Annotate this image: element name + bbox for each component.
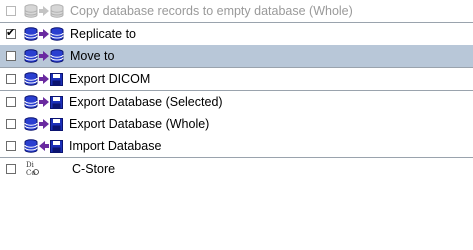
arrow-right-icon — [39, 74, 49, 84]
database-icon — [24, 27, 38, 41]
checkbox-move-to[interactable] — [6, 51, 16, 61]
list-item-label: Import Database — [69, 139, 162, 153]
list-item-label: Replicate to — [70, 27, 137, 41]
list-item-replicate-to[interactable]: Replicate to — [0, 23, 473, 45]
database-icon — [24, 4, 38, 18]
svg-text:Di: Di — [26, 161, 35, 169]
list-item-label: C-Store — [72, 162, 116, 176]
list-item-import-database[interactable]: Import Database — [0, 135, 473, 157]
list-item-label: Export DICOM — [69, 72, 151, 86]
list-item-move-to[interactable]: Move to — [0, 45, 473, 67]
checkbox-import-database[interactable] — [6, 141, 16, 151]
export-whole-icons — [24, 117, 63, 131]
group-database-io: Export Database (Selected) Export Databa… — [0, 91, 473, 158]
checkbox-c-store[interactable] — [6, 164, 16, 174]
floppy-disk-icon — [50, 95, 63, 109]
database-icon — [50, 49, 64, 63]
move-icons — [24, 49, 64, 63]
import-database-icons — [24, 139, 63, 153]
database-icon — [24, 139, 38, 153]
copy-database-icons — [24, 4, 64, 18]
database-icon — [24, 49, 38, 63]
arrow-right-icon — [39, 119, 49, 129]
checkbox-export-database-selected[interactable] — [6, 97, 16, 107]
arrow-right-icon — [39, 51, 49, 61]
arrow-right-icon — [39, 97, 49, 107]
dicom-icon: Di Co — [26, 160, 64, 179]
list-item-label: Export Database (Whole) — [69, 117, 210, 131]
checkbox-export-dicom[interactable] — [6, 74, 16, 84]
list-item-export-dicom[interactable]: Export DICOM — [0, 68, 473, 90]
floppy-disk-icon — [50, 72, 63, 86]
database-icon — [24, 117, 38, 131]
export-selected-icons — [24, 95, 63, 109]
replicate-icons — [24, 27, 64, 41]
list-item-export-database-whole[interactable]: Export Database (Whole) — [0, 113, 473, 135]
list-item-export-database-selected[interactable]: Export Database (Selected) — [0, 91, 473, 113]
database-icon — [24, 72, 38, 86]
arrow-left-icon — [39, 141, 49, 151]
list-item-c-store[interactable]: Di Co C-Store — [0, 158, 473, 180]
checkbox-replicate-to[interactable] — [6, 26, 16, 39]
group-export-dicom: Export DICOM — [0, 68, 473, 91]
arrow-right-icon — [39, 6, 49, 16]
group-copy: Copy database records to empty database … — [0, 0, 473, 23]
database-icon — [50, 27, 64, 41]
checkbox-export-database-whole[interactable] — [6, 119, 16, 129]
database-icon — [24, 95, 38, 109]
export-dicom-icons — [24, 72, 63, 86]
checkbox-copy-database[interactable] — [6, 6, 16, 16]
floppy-disk-icon — [50, 117, 63, 131]
list-item-label: Copy database records to empty database … — [70, 4, 353, 18]
group-replicate-move: Replicate to Move to — [0, 23, 473, 68]
database-icon — [50, 4, 64, 18]
operations-list-panel: Copy database records to empty database … — [0, 0, 473, 250]
list-item-copy-database[interactable]: Copy database records to empty database … — [0, 0, 473, 22]
floppy-disk-icon — [50, 139, 63, 153]
list-item-label: Export Database (Selected) — [69, 95, 223, 109]
list-item-label: Move to — [70, 49, 115, 63]
arrow-right-icon — [39, 29, 49, 39]
group-c-store: Di Co C-Store — [0, 158, 473, 180]
